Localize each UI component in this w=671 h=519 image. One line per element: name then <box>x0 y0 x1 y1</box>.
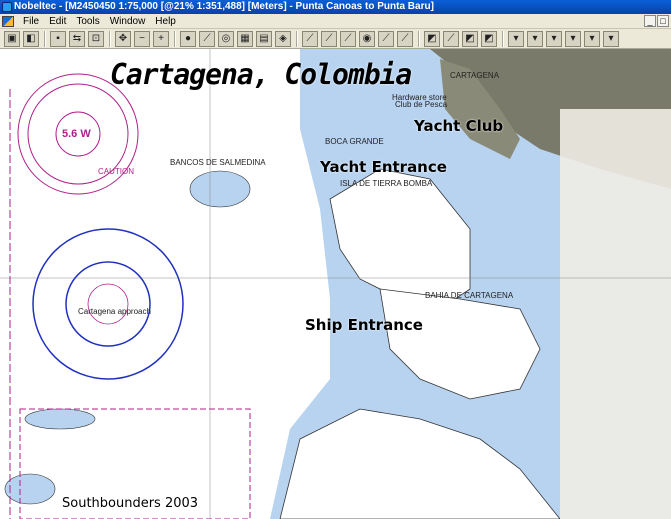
menu-bar: File Edit Tools Window Help _ □ <box>0 14 671 29</box>
measure-icon[interactable]: ⟋ <box>199 30 215 47</box>
overlay-ship-entrance: Ship Entrance <box>305 316 423 334</box>
menu-help[interactable]: Help <box>150 14 181 29</box>
caution-label: CAUTION <box>98 167 134 176</box>
approach-label: Cartagena approach <box>78 307 151 316</box>
move-icon[interactable]: ✥ <box>115 30 131 47</box>
hardware-label: Hardware store <box>392 93 447 102</box>
overlay-yacht-club: Yacht Club <box>414 117 504 135</box>
route-button[interactable]: ⇆ <box>69 30 85 47</box>
tool-6-icon[interactable]: ⟋ <box>397 30 413 47</box>
magvar-label: 5.6 W <box>62 128 91 140</box>
overlay-1-icon[interactable]: ◩ <box>424 30 440 47</box>
waypoint-button[interactable]: ▪ <box>50 30 66 47</box>
restore-icon[interactable]: □ <box>657 15 669 27</box>
window-title-bar: Nobeltec - [M2450450 1:75,000 [@21% 1:35… <box>0 0 671 14</box>
minimize-icon[interactable]: _ <box>644 15 656 27</box>
toolbar-separator <box>109 30 111 47</box>
shoal-sw <box>4 473 56 505</box>
app-icon <box>2 2 12 12</box>
dropdown-4-icon[interactable]: ▾ <box>565 30 581 47</box>
menu-edit[interactable]: Edit <box>44 14 71 29</box>
dropdown-1-icon[interactable]: ▾ <box>508 30 524 47</box>
system-menu-icon[interactable] <box>2 15 14 27</box>
overlay-3-icon[interactable]: ◩ <box>462 30 478 47</box>
dropdown-2-icon[interactable]: ▾ <box>527 30 543 47</box>
center-icon[interactable]: ◎ <box>218 30 234 47</box>
boca-grande-label: BOCA GRANDE <box>325 137 384 146</box>
vessel-button[interactable]: ▣ <box>4 30 20 47</box>
window-controls: _ □ <box>644 15 669 27</box>
overlay-credit: Southbounders 2003 <box>62 496 199 511</box>
target-button[interactable]: ⊡ <box>88 30 104 47</box>
bahia-label: BAHIA DE CARTAGENA <box>425 291 514 300</box>
isla-tierra-bomba-label: ISLA DE TIERRA BOMBA <box>340 179 433 188</box>
mark-icon[interactable]: ● <box>180 30 196 47</box>
bancos-label: BANCOS DE SALMEDINA <box>170 158 266 167</box>
tool-4-icon[interactable]: ◉ <box>359 30 375 47</box>
chart-notes-panel <box>560 109 671 519</box>
overlay-2-icon[interactable]: ⟋ <box>443 30 459 47</box>
grid-icon[interactable]: ▦ <box>237 30 253 47</box>
shoal-south <box>24 408 96 430</box>
approach-circles <box>32 228 184 380</box>
chart-graphics <box>0 49 671 519</box>
toolbar-separator <box>418 30 420 47</box>
dropdown-6-icon[interactable]: ▾ <box>603 30 619 47</box>
toolbar-separator <box>44 30 46 47</box>
nautical-chart-view[interactable]: 5.6 W BANCOS DE SALMEDINA BOCA GRANDE IS… <box>0 49 671 519</box>
overlay-yacht-entrance: Yacht Entrance <box>320 158 447 176</box>
menu-tools[interactable]: Tools <box>71 14 104 29</box>
tool-5-icon[interactable]: ⟋ <box>378 30 394 47</box>
dropdown-5-icon[interactable]: ▾ <box>584 30 600 47</box>
layers-icon[interactable]: ◈ <box>275 30 291 47</box>
menu-file[interactable]: File <box>18 14 44 29</box>
toolbar-separator <box>174 30 176 47</box>
menu-window[interactable]: Window <box>105 14 151 29</box>
tool-2-icon[interactable]: ⟋ <box>321 30 337 47</box>
chart-button[interactable]: ◧ <box>23 30 39 47</box>
toolbar-separator <box>502 30 504 47</box>
zoom-in-icon[interactable]: + <box>153 30 169 47</box>
toolbar: ▣ ◧ ▪ ⇆ ⊡ ✥ − + ● ⟋ ◎ ▦ ▤ ◈ ⟋ ⟋ ⟋ ◉ ⟋ ⟋ … <box>0 29 671 49</box>
toolbar-separator <box>296 30 298 47</box>
window-title: Nobeltec - [M2450450 1:75,000 [@21% 1:35… <box>14 1 434 12</box>
overlay-4-icon[interactable]: ◩ <box>481 30 497 47</box>
zoom-out-icon[interactable]: − <box>134 30 150 47</box>
tool-1-icon[interactable]: ⟋ <box>302 30 318 47</box>
approach-circles-inner <box>87 283 129 325</box>
cartagena-label: CARTAGENA <box>450 71 500 80</box>
shoal-salmedina <box>189 170 251 208</box>
overlay-title: Cartagena, Colombia <box>110 58 412 91</box>
dropdown-3-icon[interactable]: ▾ <box>546 30 562 47</box>
print-icon[interactable]: ▤ <box>256 30 272 47</box>
tool-3-icon[interactable]: ⟋ <box>340 30 356 47</box>
